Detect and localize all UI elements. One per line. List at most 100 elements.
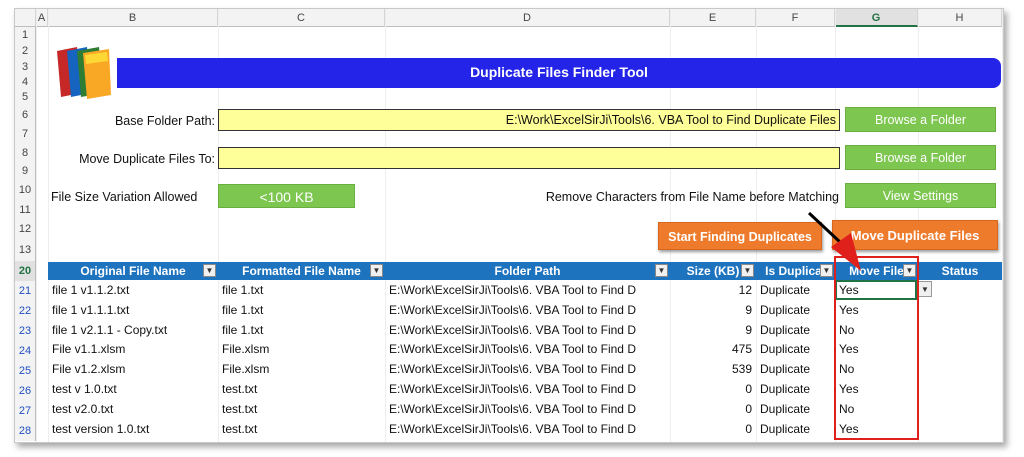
cell-status (922, 380, 998, 400)
row-number-1[interactable]: 1 (15, 27, 36, 43)
cell-size: 0 (745, 382, 752, 396)
row-number-22[interactable]: 22 (15, 301, 36, 321)
row-number-10[interactable]: 10 (15, 179, 36, 201)
row-number-12[interactable]: 12 (15, 219, 36, 239)
column-header-c[interactable]: C (218, 9, 385, 27)
row-number-3[interactable]: 3 (15, 59, 36, 75)
cell-folder-path: E:\Work\ExcelSirJi\Tools\6. VBA Tool to … (389, 362, 636, 377)
column-header-e[interactable]: E (670, 9, 756, 27)
cell-status (922, 420, 998, 440)
row-number-25[interactable]: 25 (15, 361, 36, 381)
remove-chars-label: Remove Characters from File Name before … (545, 190, 839, 204)
cell-size: 475 (731, 342, 752, 357)
move-to-label: Move Duplicate Files To: (79, 152, 215, 166)
filter-dropdown-icon[interactable]: ▼ (370, 264, 383, 277)
cell-original-name: file 1 v2.1.1 - Copy.txt (52, 322, 168, 337)
table-header-label: Original File Name (80, 264, 186, 278)
cell-status (922, 301, 998, 321)
table-header-0: Original File Name ▼ (48, 262, 218, 280)
row-number-9[interactable]: 9 (15, 163, 36, 179)
cell-status (922, 400, 998, 420)
select-all-corner[interactable] (15, 9, 36, 27)
cell-size: 0 (745, 401, 752, 416)
filter-dropdown-icon[interactable]: ▼ (741, 264, 754, 277)
cell-size: 0 (745, 421, 752, 436)
table-header-label: Size (KB) (686, 264, 740, 278)
cell-formatted-name: file 1.txt (222, 283, 264, 297)
view-settings-button[interactable]: View Settings (845, 183, 996, 208)
cell-formatted-name: File.xlsm (222, 362, 270, 377)
column-header-d[interactable]: D (385, 9, 670, 27)
filter-dropdown-icon[interactable]: ▼ (203, 264, 216, 277)
chevron-down-icon[interactable]: ▼ (918, 281, 932, 297)
screenshot-stage: ABCDEFGH 1 2 3 4 5 6 7 8 9 10 11 12 13 20 21 22 23 24 25 26… (0, 0, 1024, 457)
cell-is-duplicate: Duplicate (760, 401, 811, 416)
gridline (1002, 9, 1003, 442)
cell-formatted-name: file 1.txt (222, 322, 264, 337)
row-number-11[interactable]: 11 (15, 201, 36, 219)
gridline (36, 9, 37, 442)
column-header-h[interactable]: H (918, 9, 1002, 27)
cell-status (922, 281, 998, 301)
table-header-label: Status (941, 264, 979, 278)
cell-is-duplicate: Duplicate (760, 421, 811, 436)
table-header-label: Formatted File Name (242, 264, 361, 278)
cell-is-duplicate: Duplicate (760, 302, 811, 317)
size-variation-label: File Size Variation Allowed (51, 190, 198, 204)
cell-is-duplicate: Duplicate (760, 342, 811, 357)
cell-is-duplicate: Duplicate (760, 362, 811, 377)
row-number-8[interactable]: 8 (15, 143, 36, 163)
column-header-f[interactable]: F (756, 9, 835, 27)
table-header-1: Formatted File Name ▼ (218, 262, 385, 280)
row-number-20[interactable]: 20 (15, 261, 36, 281)
row-number-6[interactable]: 6 (15, 105, 36, 125)
folders-icon (53, 43, 115, 101)
browse-folder-button-2[interactable]: Browse a Folder (845, 145, 996, 170)
red-arrow-icon (803, 209, 873, 279)
base-folder-label: Base Folder Path: (114, 114, 215, 128)
cell-original-name: file 1 v1.1.1.txt (52, 302, 130, 317)
cell-size: 12 (738, 283, 752, 297)
column-header-b[interactable]: B (48, 9, 218, 27)
table-header-6: Status (918, 262, 1002, 280)
row-number-4[interactable]: 4 (15, 75, 36, 89)
row-number-23[interactable]: 23 (15, 321, 36, 341)
cell-original-name: test v 1.0.txt (52, 382, 117, 396)
row-number-5[interactable]: 5 (15, 89, 36, 105)
browse-folder-button-1[interactable]: Browse a Folder (845, 107, 996, 132)
row-number-21[interactable]: 21 (15, 281, 36, 301)
cell-original-name: test version 1.0.txt (52, 421, 150, 436)
cell-is-duplicate: Duplicate (760, 382, 811, 396)
size-variation-input[interactable]: <100 KB (218, 184, 355, 208)
cell-formatted-name: test.txt (222, 401, 258, 416)
cell-formatted-name: test.txt (222, 382, 258, 396)
row-number-24[interactable]: 24 (15, 341, 36, 361)
column-header-g[interactable]: G (835, 9, 918, 27)
start-finding-button[interactable]: Start Finding Duplicates (658, 222, 822, 250)
row-number-26[interactable]: 26 (15, 381, 36, 401)
row-number-2[interactable]: 2 (15, 43, 36, 59)
row-number-28[interactable]: 28 (15, 421, 36, 441)
move-to-input[interactable] (218, 147, 840, 169)
gridline (48, 9, 49, 442)
cell-is-duplicate: Duplicate (760, 283, 811, 297)
cell-folder-path: E:\Work\ExcelSirJi\Tools\6. VBA Tool to … (389, 322, 636, 337)
row-number-7[interactable]: 7 (15, 125, 36, 143)
column-header-a[interactable]: A (36, 9, 48, 27)
table-header-2: Folder Path ▼ (385, 262, 670, 280)
move-file-highlight-box (834, 256, 919, 440)
base-folder-input[interactable]: E:\Work\ExcelSirJi\Tools\6. VBA Tool to … (218, 109, 840, 131)
filter-dropdown-icon[interactable]: ▼ (655, 264, 668, 277)
table-header-3: Size (KB) ▼ (670, 262, 756, 280)
cell-formatted-name: test.txt (222, 421, 258, 436)
cell-status (922, 360, 998, 380)
cell-formatted-name: file 1.txt (222, 302, 264, 317)
cell-folder-path: E:\Work\ExcelSirJi\Tools\6. VBA Tool to … (389, 401, 636, 416)
cell-status (922, 321, 998, 341)
cell-size: 9 (745, 302, 752, 317)
row-number-27[interactable]: 27 (15, 401, 36, 421)
cell-is-duplicate: Duplicate (760, 322, 811, 337)
cell-original-name: File v1.1.xlsm (52, 342, 126, 357)
cell-folder-path: E:\Work\ExcelSirJi\Tools\6. VBA Tool to … (389, 302, 636, 317)
row-number-13[interactable]: 13 (15, 239, 36, 261)
